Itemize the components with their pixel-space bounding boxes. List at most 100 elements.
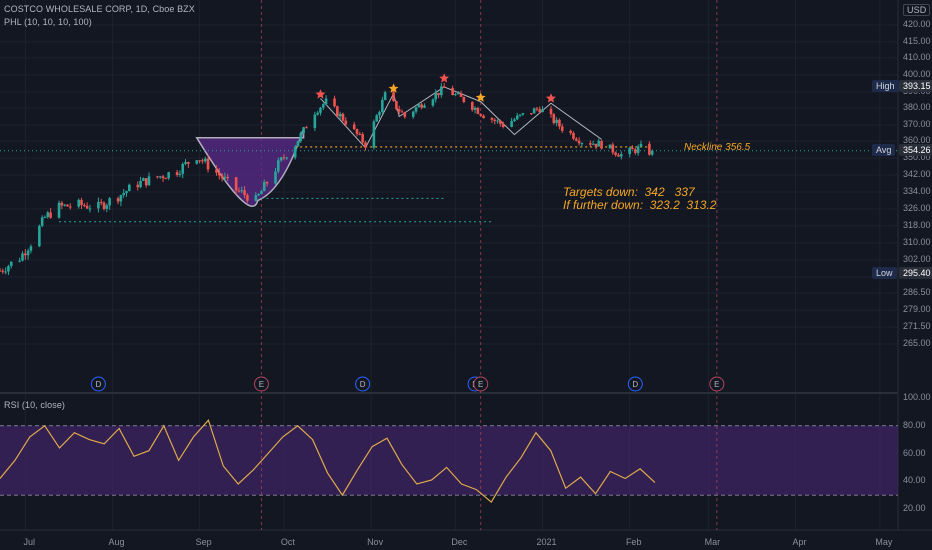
candle-body	[215, 169, 218, 173]
candle-body	[128, 184, 131, 192]
candle-body	[265, 181, 269, 184]
rsi-tick: 20.00	[903, 503, 926, 513]
candle-body	[490, 118, 494, 120]
price-tag-value: 354.26	[899, 143, 932, 156]
candle-body	[555, 119, 558, 124]
candle-body	[383, 92, 387, 101]
candle-body	[420, 104, 423, 108]
candle-body	[400, 111, 404, 113]
event-markers[interactable]: DEDDEDE	[90, 376, 725, 392]
price-tick: 265.00	[903, 338, 931, 348]
candle-body	[381, 100, 384, 113]
candle-body	[316, 112, 319, 115]
neckline-label: Neckline 356.5	[684, 142, 751, 153]
candle-body	[43, 217, 47, 219]
price-tick: 271.50	[903, 321, 931, 331]
candle-body	[319, 107, 322, 113]
candle-body	[440, 86, 443, 96]
candle-body	[254, 195, 258, 201]
indicator-label: PHL (10, 10, 10, 100)	[4, 17, 92, 27]
candle-body	[60, 202, 64, 206]
candle-body	[611, 144, 615, 153]
candle-body	[397, 109, 401, 112]
currency-label[interactable]: USD	[903, 4, 931, 16]
candle-body	[423, 105, 426, 108]
candle-body	[411, 111, 415, 117]
candle-body	[63, 204, 66, 206]
candle-body	[243, 190, 246, 196]
price-tag-label: Low	[872, 267, 897, 280]
candle-body	[161, 176, 165, 179]
candle-body	[305, 127, 308, 129]
candle-body	[246, 195, 249, 201]
candle-body	[479, 113, 483, 116]
candle-body	[499, 120, 502, 124]
rsi-band	[0, 425, 898, 496]
candle-body	[577, 140, 581, 144]
time-tick: Jul	[24, 537, 36, 547]
candle-body	[156, 176, 159, 178]
event-marker-label: E	[478, 380, 483, 389]
candle-body	[187, 162, 190, 164]
candle-body	[434, 92, 438, 100]
candle-body	[164, 178, 168, 180]
candle-body	[634, 149, 637, 153]
time-tick: Apr	[793, 537, 807, 547]
candle-body	[378, 112, 381, 116]
candle-body	[518, 114, 522, 116]
pivot-star-icon	[315, 89, 326, 99]
candle-body	[97, 201, 100, 209]
candle-body	[617, 154, 620, 157]
candle-body	[395, 101, 398, 110]
candle-body	[108, 198, 111, 206]
candle-body	[1, 270, 5, 272]
candle-body	[175, 172, 179, 175]
candle-body	[619, 154, 623, 157]
candle-body	[541, 108, 544, 113]
candle-body	[24, 253, 27, 256]
candle-body	[184, 162, 187, 164]
candle-body	[639, 143, 643, 147]
candle-body	[195, 160, 199, 164]
candle-body	[442, 86, 446, 89]
price-tick: 420.00	[903, 19, 931, 29]
candle-body	[569, 130, 572, 133]
candle-body	[262, 181, 266, 192]
candle-body	[18, 260, 21, 262]
candle-body	[459, 93, 463, 97]
candle-body	[0, 270, 2, 272]
candle-body	[49, 212, 52, 218]
candle-body	[201, 160, 204, 162]
candle-body	[501, 123, 505, 127]
candle-body	[414, 107, 418, 112]
candle-body	[552, 114, 556, 124]
candle-body	[462, 96, 466, 103]
candle-body	[482, 115, 485, 119]
chart-canvas[interactable]: DEDDEDE JulAugSepOctNovDec2021FebMarAprM…	[0, 0, 932, 550]
candle-body	[198, 160, 201, 162]
candle-body	[21, 253, 24, 261]
pivot-star-icon	[546, 93, 556, 103]
candle-body	[57, 202, 61, 218]
candle-body	[375, 115, 378, 122]
candle-body	[139, 180, 142, 188]
candle-body	[574, 138, 578, 141]
candle-body	[496, 120, 499, 122]
candle-body	[650, 150, 654, 155]
candle-body	[538, 109, 542, 113]
candle-body	[257, 194, 260, 196]
candle-body	[142, 178, 145, 181]
candle-body	[144, 178, 148, 186]
time-tick: Aug	[108, 537, 124, 547]
candle-body	[105, 205, 109, 209]
candle-body	[338, 113, 342, 117]
time-tick: Sep	[196, 537, 212, 547]
event-marker-label: D	[632, 380, 638, 389]
candle-body	[341, 113, 345, 121]
rsi-tick: 60.00	[903, 447, 926, 458]
candle-body	[321, 104, 325, 108]
candle-body	[85, 205, 89, 209]
candle-body	[493, 119, 497, 121]
candle-body	[631, 147, 634, 150]
candle-body	[417, 104, 421, 108]
